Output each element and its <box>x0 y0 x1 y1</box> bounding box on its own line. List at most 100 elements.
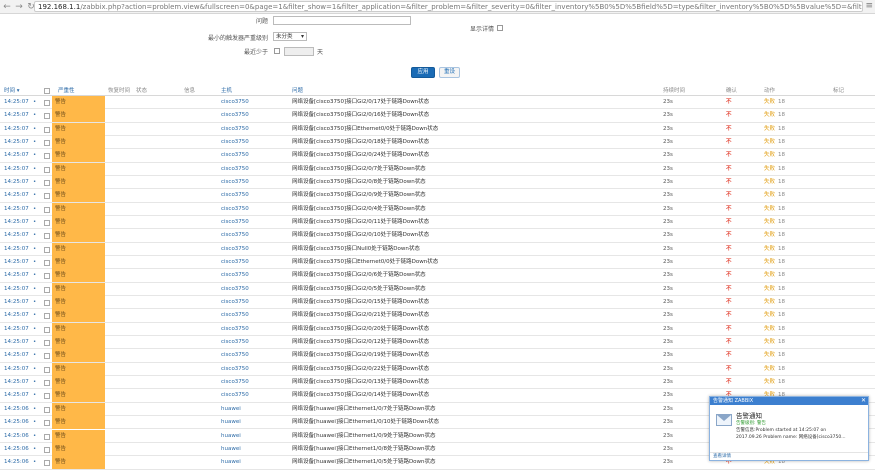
row-checkbox[interactable] <box>44 340 50 347</box>
time-link[interactable]: 14:25:07 <box>4 229 29 242</box>
row-checkbox[interactable] <box>44 113 50 120</box>
host-link[interactable]: cisco3750 <box>221 349 249 362</box>
problem-link[interactable]: 网络设备[cisco3750]接口Gi2/0/11处于链路Down状态 <box>292 216 429 229</box>
host-link[interactable]: huawei <box>221 416 241 429</box>
time-link[interactable]: 14:25:07 <box>4 296 29 309</box>
problem-link[interactable]: 网络设备[huawei]接口Ethernet1/0/7处于链路Down状态 <box>292 403 436 416</box>
problem-link[interactable]: 网络设备[cisco3750]接口Gi2/0/18处于链路Down状态 <box>292 136 429 149</box>
problem-input[interactable] <box>273 16 411 25</box>
host-link[interactable]: cisco3750 <box>221 376 249 389</box>
row-checkbox[interactable] <box>44 220 50 227</box>
expand-dot[interactable]: • <box>33 456 36 469</box>
problem-link[interactable]: 网络设备[cisco3750]接口Gi2/0/6处于链路Down状态 <box>292 269 426 282</box>
problem-link[interactable]: 网络设备[cisco3750]接口Gi2/0/14处于链路Down状态 <box>292 389 429 402</box>
time-link[interactable]: 14:25:07 <box>4 96 29 109</box>
ack-link[interactable]: 不 <box>726 256 732 269</box>
ack-link[interactable]: 不 <box>726 189 732 202</box>
show-details-checkbox[interactable] <box>497 25 503 31</box>
row-checkbox[interactable] <box>44 180 50 187</box>
time-link[interactable]: 14:25:07 <box>4 309 29 322</box>
actions-link[interactable]: 失败18 <box>764 336 785 349</box>
host-link[interactable]: cisco3750 <box>221 283 249 296</box>
popup-footer-link[interactable]: 查看详情 <box>710 452 868 460</box>
problem-link[interactable]: 网络设备[cisco3750]接口Gi2/0/5处于链路Down状态 <box>292 283 426 296</box>
expand-dot[interactable]: • <box>33 203 36 216</box>
row-checkbox[interactable] <box>44 273 50 280</box>
ack-link[interactable]: 不 <box>726 296 732 309</box>
host-link[interactable]: cisco3750 <box>221 136 249 149</box>
problem-link[interactable]: 网络设备[cisco3750]接口Gi2/0/20处于链路Down状态 <box>292 323 429 336</box>
host-link[interactable]: cisco3750 <box>221 203 249 216</box>
expand-dot[interactable]: • <box>33 283 36 296</box>
actions-link[interactable]: 失败18 <box>764 363 785 376</box>
problem-link[interactable]: 网络设备[cisco3750]接口Ethernet0/0处于链路Down状态 <box>292 123 438 136</box>
time-link[interactable]: 14:25:07 <box>4 149 29 162</box>
ack-link[interactable]: 不 <box>726 309 732 322</box>
row-checkbox[interactable] <box>44 406 50 413</box>
row-checkbox[interactable] <box>44 353 50 360</box>
expand-dot[interactable]: • <box>33 323 36 336</box>
ack-link[interactable]: 不 <box>726 336 732 349</box>
problem-link[interactable]: 网络设备[cisco3750]接口Gi2/0/21处于链路Down状态 <box>292 309 429 322</box>
host-link[interactable]: cisco3750 <box>221 189 249 202</box>
actions-link[interactable]: 失败18 <box>764 96 785 109</box>
problem-link[interactable]: 网络设备[cisco3750]接口Gi2/0/4处于链路Down状态 <box>292 203 426 216</box>
row-checkbox[interactable] <box>44 193 50 200</box>
ack-link[interactable]: 不 <box>726 149 732 162</box>
host-link[interactable]: cisco3750 <box>221 176 249 189</box>
ack-link[interactable]: 不 <box>726 243 732 256</box>
time-link[interactable]: 14:25:07 <box>4 389 29 402</box>
problem-link[interactable]: 网络设备[cisco3750]接口Gi2/0/10处于链路Down状态 <box>292 229 429 242</box>
ack-link[interactable]: 不 <box>726 323 732 336</box>
row-checkbox[interactable] <box>44 286 50 293</box>
ack-link[interactable]: 不 <box>726 163 732 176</box>
time-link[interactable]: 14:25:07 <box>4 123 29 136</box>
row-checkbox[interactable] <box>44 326 50 333</box>
ack-link[interactable]: 不 <box>726 269 732 282</box>
host-link[interactable]: cisco3750 <box>221 96 249 109</box>
expand-dot[interactable]: • <box>33 389 36 402</box>
problem-link[interactable]: 网络设备[cisco3750]接口Ethernet0/0处于链路Down状态 <box>292 256 438 269</box>
select-all-checkbox[interactable] <box>44 88 50 94</box>
row-checkbox[interactable] <box>44 206 50 213</box>
header-severity[interactable]: 严重性 <box>58 86 75 96</box>
problem-link[interactable]: 网络设备[cisco3750]接口Gi2/0/7处于链路Down状态 <box>292 163 426 176</box>
age-input[interactable] <box>284 47 314 56</box>
row-checkbox[interactable] <box>44 246 50 253</box>
ack-link[interactable]: 不 <box>726 136 732 149</box>
time-link[interactable]: 14:25:06 <box>4 403 29 416</box>
host-link[interactable]: cisco3750 <box>221 256 249 269</box>
ack-link[interactable]: 不 <box>726 349 732 362</box>
ack-link[interactable]: 不 <box>726 96 732 109</box>
row-checkbox[interactable] <box>44 420 50 427</box>
expand-dot[interactable]: • <box>33 176 36 189</box>
host-link[interactable]: cisco3750 <box>221 163 249 176</box>
host-link[interactable]: huawei <box>221 403 241 416</box>
time-link[interactable]: 14:25:07 <box>4 216 29 229</box>
row-checkbox[interactable] <box>44 260 50 267</box>
problem-link[interactable]: 网络设备[cisco3750]接口Gi2/0/22处于链路Down状态 <box>292 363 429 376</box>
time-link[interactable]: 14:25:07 <box>4 176 29 189</box>
expand-dot[interactable]: • <box>33 336 36 349</box>
time-link[interactable]: 14:25:07 <box>4 283 29 296</box>
host-link[interactable]: cisco3750 <box>221 109 249 122</box>
row-checkbox[interactable] <box>44 233 50 240</box>
time-link[interactable]: 14:25:06 <box>4 443 29 456</box>
back-arrow-icon[interactable]: ← <box>2 1 12 13</box>
actions-link[interactable]: 失败18 <box>764 176 785 189</box>
actions-link[interactable]: 失败18 <box>764 243 785 256</box>
time-link[interactable]: 14:25:06 <box>4 416 29 429</box>
ack-link[interactable]: 不 <box>726 203 732 216</box>
expand-dot[interactable]: • <box>33 229 36 242</box>
actions-link[interactable]: 失败18 <box>764 136 785 149</box>
expand-dot[interactable]: • <box>33 136 36 149</box>
age-checkbox[interactable] <box>274 48 280 54</box>
ack-link[interactable]: 不 <box>726 283 732 296</box>
problem-link[interactable]: 网络设备[cisco3750]接口Gi2/0/15处于链路Down状态 <box>292 296 429 309</box>
problem-link[interactable]: 网络设备[cisco3750]接口Gi2/0/13处于链路Down状态 <box>292 376 429 389</box>
row-checkbox[interactable] <box>44 100 50 106</box>
row-checkbox[interactable] <box>44 460 50 467</box>
time-link[interactable]: 14:25:07 <box>4 349 29 362</box>
row-checkbox[interactable] <box>44 313 50 320</box>
row-checkbox[interactable] <box>44 166 50 173</box>
